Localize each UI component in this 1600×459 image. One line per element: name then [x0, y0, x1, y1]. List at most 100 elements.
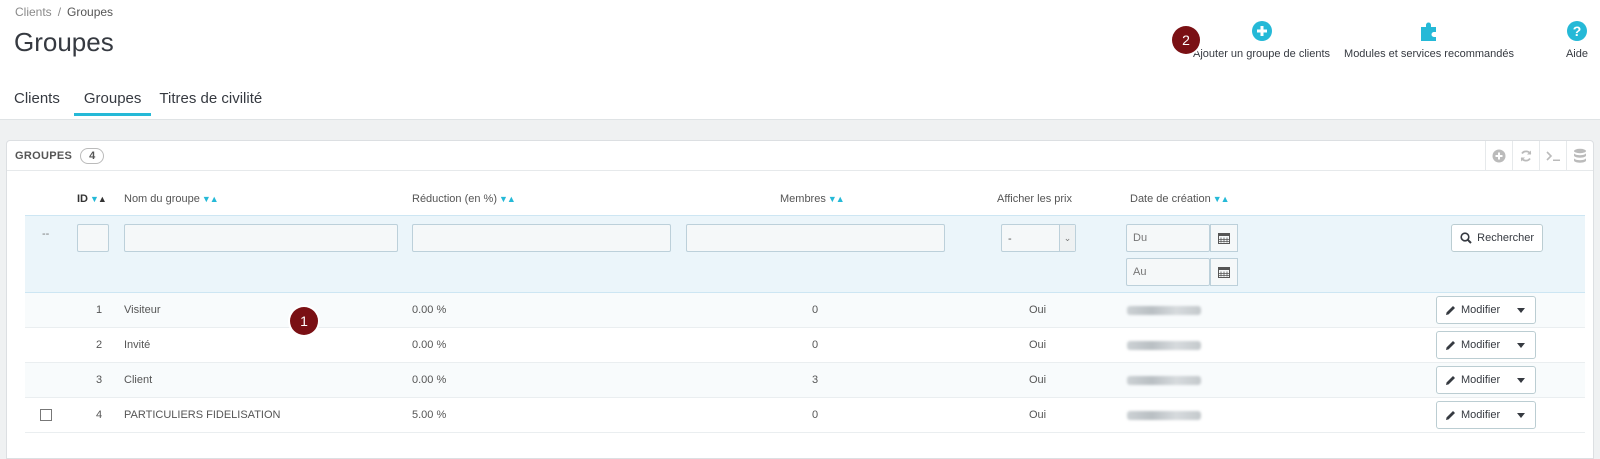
breadcrumb-separator: / [57, 5, 62, 19]
row-name: Invité [124, 339, 151, 351]
filter-id-input[interactable] [77, 224, 109, 252]
question-circle-icon: ? [1566, 21, 1587, 41]
column-reduction-label: Réduction (en %) [412, 193, 497, 205]
row-members: 0 [812, 339, 819, 351]
redacted-date [1127, 411, 1201, 420]
column-show-prices-label: Afficher les prix [997, 193, 1072, 205]
breadcrumb: Clients / Groupes [15, 5, 113, 19]
filter-date-to [1126, 258, 1238, 286]
date-from-input[interactable] [1126, 224, 1210, 252]
row-name: PARTICULIERS FIDELISATION [124, 409, 281, 421]
panel-title: GROUPES [15, 149, 73, 162]
edit-button[interactable]: Modifier [1436, 366, 1536, 394]
pencil-icon [1446, 375, 1455, 385]
puzzle-icon [1421, 22, 1437, 41]
page-header: Clients / Groupes Groupes Ajouter un group… [0, 0, 1600, 120]
caret-down-icon[interactable] [1517, 343, 1525, 348]
calendar-icon[interactable] [1210, 258, 1238, 286]
column-id-label: ID [77, 193, 88, 205]
edit-button-label: Modifier [1461, 409, 1501, 421]
row-name: Client [124, 374, 153, 386]
filter-members-input[interactable] [686, 224, 945, 252]
table-row: 2 Invité 0.00 % 0 Oui Modifier [25, 328, 1585, 363]
edit-button[interactable]: Modifier [1436, 331, 1536, 359]
sort-arrows-icon[interactable]: ▼▲ [499, 194, 516, 204]
help-label: Aide [1565, 48, 1588, 60]
column-header-reduction[interactable]: Réduction (en %) ▼▲ [412, 193, 516, 205]
edit-button-label: Modifier [1461, 339, 1501, 351]
column-header-id[interactable]: ID ▼▲ [77, 193, 107, 205]
row-members: 0 [812, 409, 819, 421]
column-header-show-prices: Afficher les prix [997, 193, 1072, 205]
chevron-down-icon: ⌄ [1059, 225, 1075, 251]
modules-label: Modules et services recommandés [1344, 48, 1514, 60]
help-button[interactable]: ? Aide [1566, 20, 1588, 60]
calendar-icon[interactable] [1210, 224, 1238, 252]
plus-circle-icon [1492, 149, 1506, 163]
table-row: 3 Client 0.00 % 3 Oui Modifier [25, 363, 1585, 398]
edit-button[interactable]: Modifier [1436, 401, 1536, 429]
row-reduction: 0.00 % [412, 304, 447, 316]
filter-name-input[interactable] [124, 224, 398, 252]
filter-show-prices-select[interactable]: - ⌄ [1001, 224, 1076, 252]
caret-down-icon[interactable] [1517, 378, 1525, 383]
caret-down-icon[interactable] [1517, 413, 1525, 418]
groups-panel: GROUPES 4 ID ▼▲ Nom du groupe ▼▲ Réduction… [6, 140, 1594, 459]
row-id: 4 [96, 409, 103, 421]
search-icon [1460, 232, 1472, 244]
table-row: 4 PARTICULIERS FIDELISATION 5.00 % 0 Oui… [25, 398, 1585, 433]
edit-button[interactable]: Modifier [1436, 296, 1536, 324]
plus-circle-icon [1251, 21, 1272, 41]
tab-bar: Clients Groupes Titres de civilité [14, 90, 278, 116]
filter-reduction-input[interactable] [412, 224, 671, 252]
refresh-tool[interactable] [1512, 141, 1539, 171]
row-members: 0 [812, 304, 819, 316]
sort-arrows-icon[interactable]: ▼▲ [828, 194, 845, 204]
filter-show-prices-value: - [1008, 233, 1012, 245]
row-name: Visiteur [124, 304, 161, 316]
sql-query-tool[interactable] [1539, 141, 1566, 171]
database-icon [1574, 148, 1586, 163]
search-button[interactable]: Rechercher [1451, 224, 1543, 252]
row-id: 2 [96, 339, 103, 351]
row-checkbox[interactable] [40, 409, 52, 421]
panel-heading: GROUPES 4 [7, 141, 1593, 171]
row-id: 1 [96, 304, 103, 316]
row-show-prices: Oui [1029, 409, 1047, 421]
row-members: 3 [812, 374, 819, 386]
pencil-icon [1446, 305, 1455, 315]
sort-arrows-icon[interactable]: ▼▲ [90, 194, 107, 204]
column-members-label: Membres [780, 193, 826, 205]
row-show-prices: Oui [1029, 339, 1047, 351]
column-header-name[interactable]: Nom du groupe ▼▲ [124, 193, 219, 205]
count-badge: 4 [80, 147, 105, 164]
breadcrumb-current: Groupes [67, 5, 114, 19]
sort-arrows-icon[interactable]: ▼▲ [202, 194, 219, 204]
edit-button-label: Modifier [1461, 374, 1501, 386]
modules-button[interactable]: Modules et services recommandés [1344, 20, 1514, 60]
date-to-input[interactable] [1126, 258, 1210, 286]
svg-text:?: ? [1573, 23, 1582, 39]
column-date-label: Date de création [1130, 193, 1211, 205]
filter-row: -- - ⌄ Rechercher [25, 215, 1585, 293]
redacted-date [1127, 376, 1201, 385]
add-group-label: Ajouter un groupe de clients [1193, 48, 1330, 60]
tab-titres-civilite[interactable]: Titres de civilité [159, 90, 270, 116]
redacted-date [1127, 341, 1201, 350]
add-group-button[interactable]: Ajouter un groupe de clients [1193, 20, 1330, 60]
export-database-tool[interactable] [1566, 141, 1593, 171]
caret-down-icon[interactable] [1517, 308, 1525, 313]
column-header-date[interactable]: Date de création ▼▲ [1130, 193, 1230, 205]
add-new-tool[interactable] [1485, 141, 1512, 171]
breadcrumb-parent[interactable]: Clients [15, 5, 52, 19]
redacted-date [1127, 306, 1201, 315]
filter-date-from [1126, 224, 1238, 252]
pencil-icon [1446, 410, 1455, 420]
row-show-prices: Oui [1029, 304, 1047, 316]
column-header-members[interactable]: Membres ▼▲ [780, 193, 845, 205]
tab-clients[interactable]: Clients [14, 90, 68, 116]
tab-groupes[interactable]: Groupes [73, 90, 152, 116]
panel-tools [1485, 141, 1593, 171]
sort-arrows-icon[interactable]: ▼▲ [1213, 194, 1230, 204]
terminal-icon [1546, 151, 1560, 161]
